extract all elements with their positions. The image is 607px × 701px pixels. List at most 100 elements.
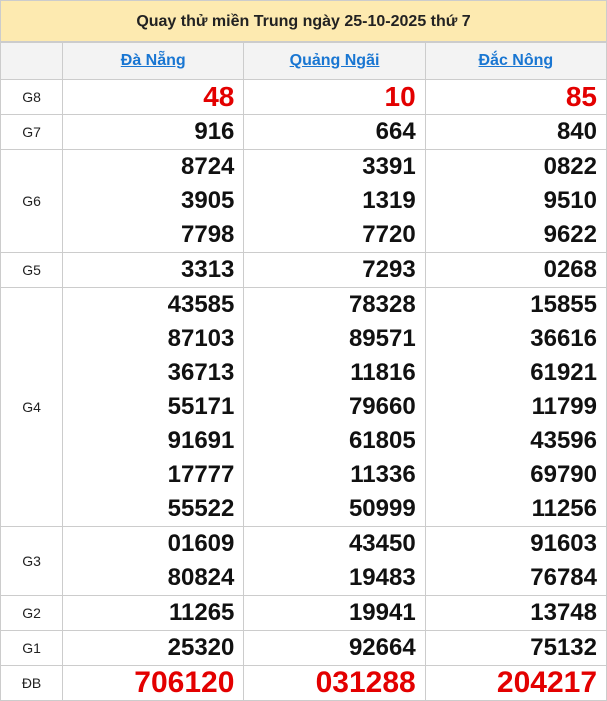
province-header-cell: Đắc Nông xyxy=(424,42,607,80)
prize-row-g7: G7 916 664 840 xyxy=(0,114,607,150)
prize-number: 43585 xyxy=(167,291,235,318)
prize-label: G8 xyxy=(0,79,64,115)
page-title: Quay thử miền Trung ngày 25-10-2025 thứ … xyxy=(0,0,607,42)
prize-number: 3391 xyxy=(362,153,416,180)
prize-label: ĐB xyxy=(0,665,64,701)
prize-row-g4: G4 43585 87103 36713 55171 91691 17777 55522 783… xyxy=(0,287,607,527)
prize-number: 69790 xyxy=(530,461,597,488)
prize-number: 840 xyxy=(556,118,597,145)
prize-number: 91603 xyxy=(530,530,597,557)
prize-number: 1319 xyxy=(362,187,416,214)
prize-number: 10 xyxy=(384,81,416,112)
province-header-cell: Đà Nẵng xyxy=(62,42,245,80)
results-body: G8 48 10 85 G7 916 664 840 G6 8724 3905 7798 3391 131… xyxy=(0,79,607,701)
prize-number: 75132 xyxy=(530,634,597,661)
province-link-dac-nong[interactable]: Đắc Nông xyxy=(479,52,554,69)
prize-number: 3905 xyxy=(181,187,235,214)
prize-cell: 11265 xyxy=(62,595,245,631)
prize-cell: 92664 xyxy=(243,630,426,666)
prize-number: 7293 xyxy=(362,256,416,283)
prize-row-g3: G3 01609 80824 43450 19483 91603 76784 xyxy=(0,526,607,596)
prize-number: 7798 xyxy=(181,221,235,248)
prize-number: 7720 xyxy=(362,221,416,248)
prize-row-g2: G2 11265 19941 13748 xyxy=(0,595,607,631)
prize-cell: 15855 36616 61921 11799 43596 69790 11256 xyxy=(424,287,607,527)
prize-cell: 48 xyxy=(62,79,245,115)
prize-label: G6 xyxy=(0,149,64,253)
prize-label: G2 xyxy=(0,595,64,631)
prize-number: 50999 xyxy=(348,495,416,522)
prize-number: 01609 xyxy=(167,530,235,557)
prize-number: 48 xyxy=(203,81,235,112)
province-link-quang-ngai[interactable]: Quảng Ngãi xyxy=(290,52,380,69)
prize-number: 11816 xyxy=(350,359,416,386)
prize-cell: 840 xyxy=(424,114,607,150)
province-header-cell: Quảng Ngãi xyxy=(243,42,426,80)
prize-number: 11265 xyxy=(168,599,235,626)
prize-number: 3313 xyxy=(181,256,235,283)
prize-number: 19941 xyxy=(348,599,416,626)
prize-label: G5 xyxy=(0,252,64,288)
prize-cell: 75132 xyxy=(424,630,607,666)
prize-number: 78328 xyxy=(348,291,416,318)
prize-number: 61805 xyxy=(348,427,416,454)
prize-cell: 43450 19483 xyxy=(243,526,426,596)
prize-number: 8724 xyxy=(181,153,235,180)
prize-cell: 78328 89571 11816 79660 61805 11336 50999 xyxy=(243,287,426,527)
prize-number: 19483 xyxy=(348,564,416,591)
province-header-row: Đà Nẵng Quảng Ngãi Đắc Nông xyxy=(0,42,607,80)
prize-cell: 3313 xyxy=(62,252,245,288)
prize-number: 916 xyxy=(194,118,235,145)
prize-cell: 031288 xyxy=(243,665,426,701)
prize-cell: 0822 9510 9622 xyxy=(424,149,607,253)
prize-number: 0822 xyxy=(543,153,597,180)
prize-number: 17777 xyxy=(167,461,235,488)
prize-number: 89571 xyxy=(348,325,416,352)
prize-number: 664 xyxy=(375,118,416,145)
prize-number: 36616 xyxy=(530,325,597,352)
prize-number: 61921 xyxy=(530,359,597,386)
prize-number: 11799 xyxy=(531,393,597,420)
province-link-da-nang[interactable]: Đà Nẵng xyxy=(121,52,186,69)
prize-row-db: ĐB 706120 031288 204217 xyxy=(0,665,607,701)
prize-number: 25320 xyxy=(167,634,235,661)
prize-number: 43596 xyxy=(530,427,597,454)
prize-cell: 25320 xyxy=(62,630,245,666)
prize-number: 91691 xyxy=(167,427,235,454)
header-blank-cell xyxy=(0,42,64,80)
results-table: Đà Nẵng Quảng Ngãi Đắc Nông G8 48 10 85 G7 91… xyxy=(0,42,607,701)
prize-label: G4 xyxy=(0,287,64,527)
prize-number: 79660 xyxy=(348,393,416,420)
results-panel: Quay thử miền Trung ngày 25-10-2025 thứ … xyxy=(0,0,607,701)
prize-cell: 7293 xyxy=(243,252,426,288)
prize-label: G7 xyxy=(0,114,64,150)
prize-number: 204217 xyxy=(496,666,597,699)
prize-cell: 8724 3905 7798 xyxy=(62,149,245,253)
prize-number: 87103 xyxy=(167,325,235,352)
prize-number: 11256 xyxy=(531,495,597,522)
prize-number: 80824 xyxy=(167,564,235,591)
prize-number: 55522 xyxy=(167,495,235,522)
prize-cell: 85 xyxy=(424,79,607,115)
prize-number: 92664 xyxy=(348,634,416,661)
prize-number: 76784 xyxy=(530,564,597,591)
prize-row-g6: G6 8724 3905 7798 3391 1319 7720 0822 9510 9622 xyxy=(0,149,607,253)
prize-cell: 3391 1319 7720 xyxy=(243,149,426,253)
prize-number: 43450 xyxy=(348,530,416,557)
prize-cell: 19941 xyxy=(243,595,426,631)
prize-number: 55171 xyxy=(167,393,235,420)
prize-number: 9510 xyxy=(543,187,597,214)
prize-number: 85 xyxy=(565,81,597,112)
prize-cell: 0268 xyxy=(424,252,607,288)
prize-cell: 01609 80824 xyxy=(62,526,245,596)
prize-cell: 916 xyxy=(62,114,245,150)
prize-label: G3 xyxy=(0,526,64,596)
prize-cell: 13748 xyxy=(424,595,607,631)
prize-number: 706120 xyxy=(134,666,235,699)
prize-number: 0268 xyxy=(543,256,597,283)
prize-cell: 706120 xyxy=(62,665,245,701)
prize-cell: 664 xyxy=(243,114,426,150)
prize-row-g1: G1 25320 92664 75132 xyxy=(0,630,607,666)
prize-number: 15855 xyxy=(530,291,597,318)
prize-number: 36713 xyxy=(167,359,235,386)
